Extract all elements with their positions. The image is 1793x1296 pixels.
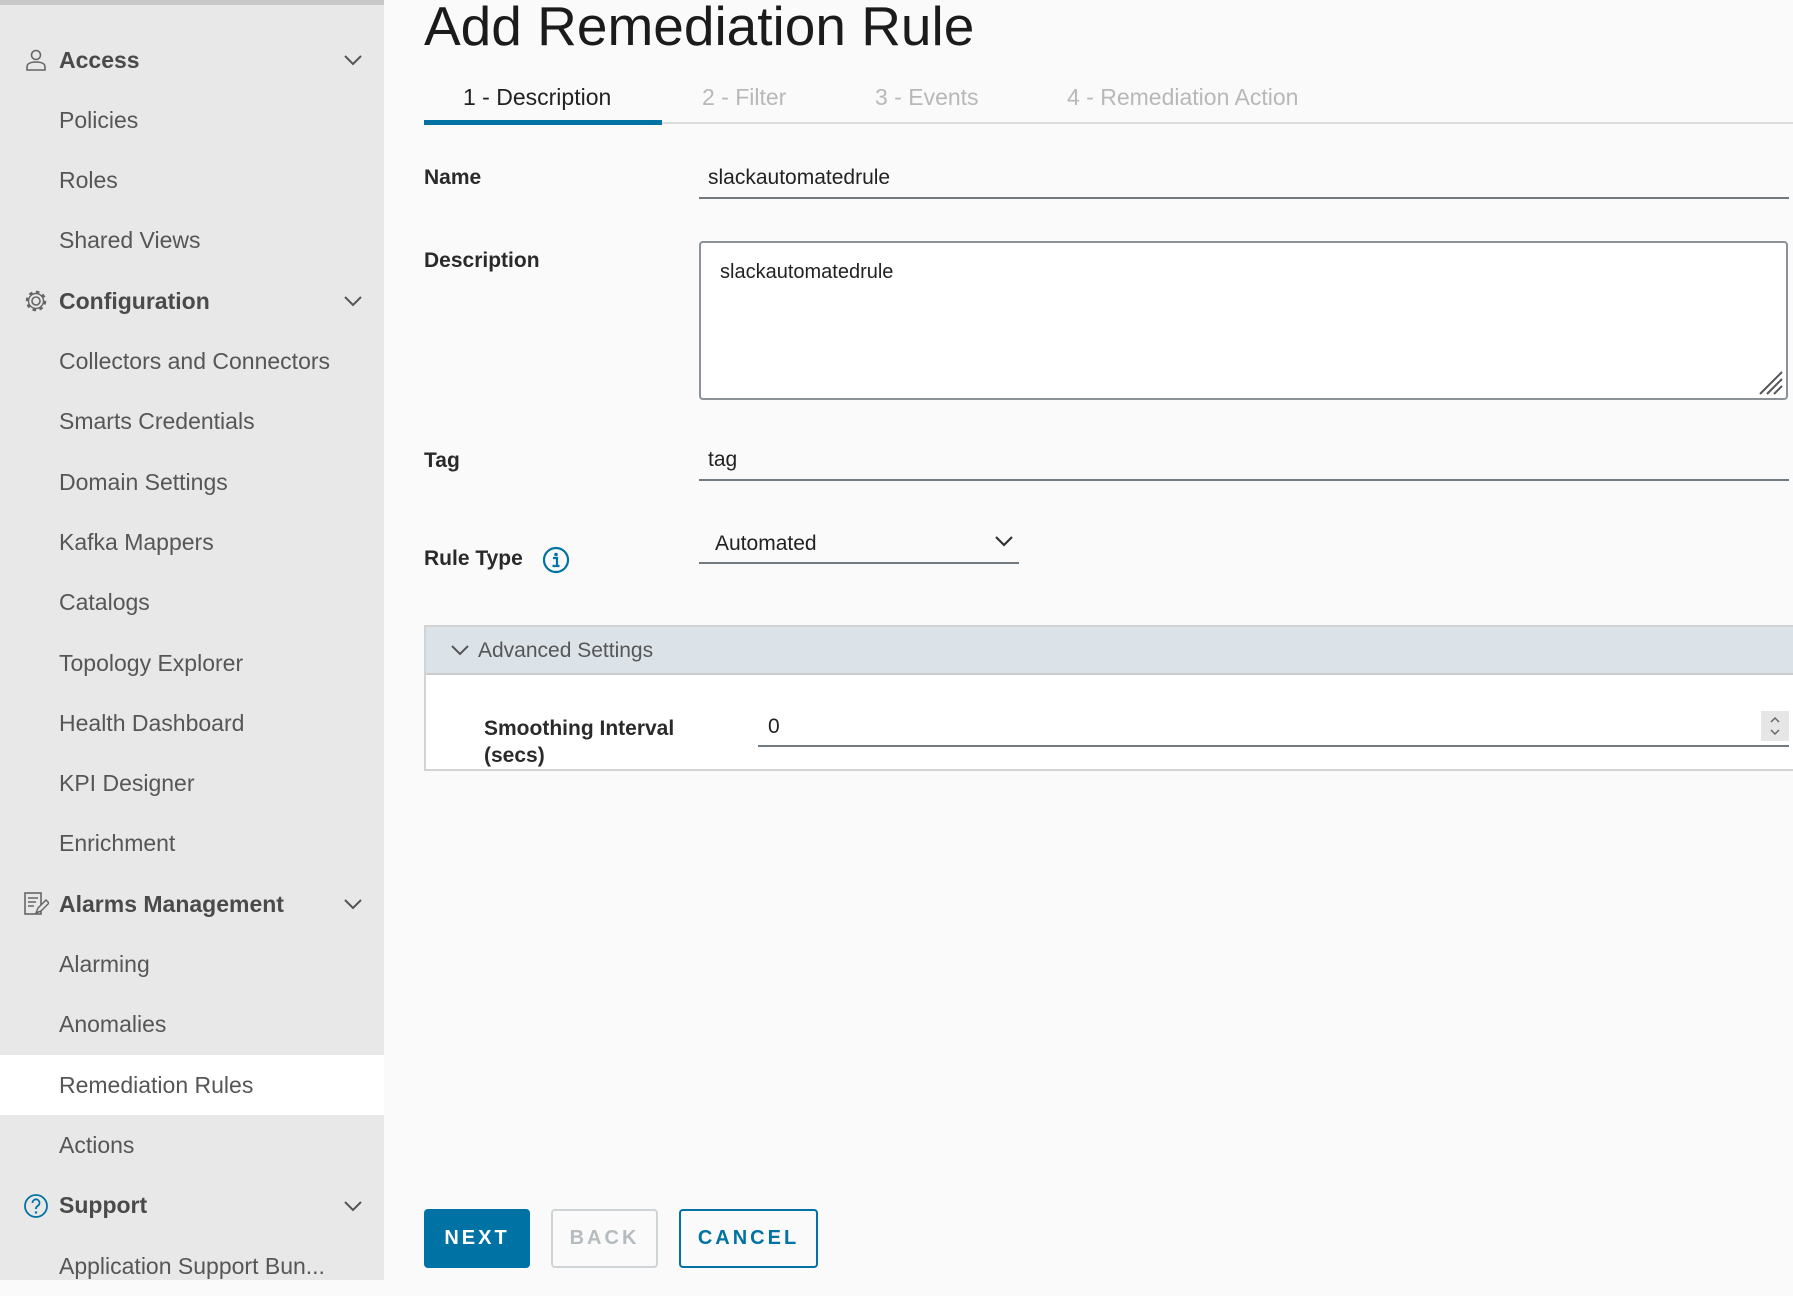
wizard-tabs: 1 - Description 2 - Filter 3 - Events 4 …	[424, 72, 1793, 125]
user-icon	[23, 47, 49, 73]
page-title: Add Remediation Rule	[424, 0, 975, 57]
chevron-down-icon	[995, 536, 1013, 547]
number-spinner[interactable]	[1761, 711, 1789, 741]
info-icon[interactable]	[542, 546, 570, 574]
sidebar-item-label: Application Support Bun...	[59, 1252, 325, 1279]
sidebar-item-label: Anomalies	[59, 1011, 167, 1038]
sidebar-item-label: Configuration	[59, 287, 210, 314]
description-value: slackautomatedrule	[720, 261, 894, 283]
sidebar-item-label: Kafka Mappers	[59, 528, 214, 555]
sidebar: Access Policies Roles Shared Views Configura…	[0, 0, 384, 1280]
chevron-down-icon[interactable]	[342, 893, 364, 915]
smoothing-value: 0	[768, 715, 780, 738]
sidebar-item-label: Shared Views	[59, 227, 201, 254]
list-edit-icon	[23, 891, 49, 917]
next-button[interactable]: NEXT	[424, 1209, 530, 1268]
sidebar-item-alarming[interactable]: Alarming	[0, 935, 384, 995]
sidebar-item-label: Smarts Credentials	[59, 408, 255, 435]
sidebar-item-collectors-and-connectors[interactable]: Collectors and Connectors	[0, 332, 384, 392]
main-content: Add Remediation Rule 1 - Description 2 -…	[384, 0, 1793, 1280]
sidebar-item-label: Health Dashboard	[59, 709, 245, 736]
name-value: slackautomatedrule	[708, 166, 891, 189]
sidebar-item-catalogs[interactable]: Catalogs	[0, 573, 384, 633]
tag-value: tag	[708, 448, 738, 471]
sidebar-item-remediation-rules[interactable]: Remediation Rules	[0, 1055, 384, 1116]
sidebar-item-label: Roles	[59, 167, 118, 194]
name-input[interactable]: slackautomatedrule	[699, 160, 1789, 199]
sidebar-item-enrichment[interactable]: Enrichment	[0, 814, 384, 874]
chevron-down-icon[interactable]	[342, 290, 364, 312]
back-button[interactable]: BACK	[551, 1209, 658, 1268]
sidebar-group-alarms-management[interactable]: Alarms Management	[0, 874, 384, 934]
active-tab-indicator	[424, 120, 662, 125]
sidebar-group-configuration[interactable]: Configuration	[0, 271, 384, 331]
sidebar-item-label: Catalogs	[59, 589, 150, 616]
sidebar-item-label: Access	[59, 46, 140, 73]
sidebar-item-label: Collectors and Connectors	[59, 348, 331, 374]
sidebar-item-kafka-mappers[interactable]: Kafka Mappers	[0, 512, 384, 572]
sidebar-item-policies[interactable]: Policies	[0, 90, 384, 150]
sidebar-item-actions[interactable]: Actions	[0, 1115, 384, 1175]
sidebar-item-label: Policies	[59, 106, 139, 133]
advanced-settings-title: Advanced Settings	[478, 639, 654, 662]
resize-handle-icon[interactable]	[1754, 366, 1784, 396]
sidebar-item-shared-views[interactable]: Shared Views	[0, 211, 384, 271]
sidebar-group-support[interactable]: Support	[0, 1176, 384, 1236]
smoothing-interval-label: Smoothing Interval (secs)	[484, 715, 674, 769]
sidebar-item-label: Enrichment	[59, 830, 176, 857]
sidebar-item-label: Support	[59, 1192, 148, 1219]
sidebar-item-label: Actions	[59, 1131, 135, 1158]
description-label: Description	[424, 249, 540, 272]
sidebar-item-label: Topology Explorer	[59, 649, 244, 676]
rule-type-label: Rule Type	[424, 547, 523, 570]
rule-type-select[interactable]: Automated	[699, 524, 1019, 564]
sidebar-item-health-dashboard[interactable]: Health Dashboard	[0, 693, 384, 753]
sidebar-item-kpi-designer[interactable]: KPI Designer	[0, 754, 384, 814]
sidebar-item-label: Alarms Management	[59, 890, 284, 917]
chevron-down-icon[interactable]	[342, 49, 364, 71]
sidebar-item-label: Alarming	[59, 951, 150, 977]
sidebar-item-roles[interactable]: Roles	[0, 151, 384, 211]
rule-type-value: Automated	[715, 532, 817, 555]
smoothing-interval-input[interactable]: 0	[758, 707, 1789, 747]
sidebar-item-label: Domain Settings	[59, 468, 228, 495]
sidebar-item-topology-explorer[interactable]: Topology Explorer	[0, 633, 384, 693]
chevron-down-icon	[451, 645, 469, 656]
sidebar-item-smarts-credentials[interactable]: Smarts Credentials	[0, 392, 384, 452]
advanced-settings-panel: Advanced Settings Smoothing Interval (se…	[424, 625, 1793, 771]
chevron-down-icon[interactable]	[342, 1195, 364, 1217]
name-label: Name	[424, 166, 482, 189]
sidebar-group-access[interactable]: Access	[0, 30, 384, 90]
tab-remediation-action[interactable]: 4 - Remediation Action	[1067, 84, 1298, 111]
gear-icon	[23, 288, 49, 314]
sidebar-item-domain-settings[interactable]: Domain Settings	[0, 452, 384, 512]
tab-events[interactable]: 3 - Events	[875, 84, 979, 111]
tag-label: Tag	[424, 449, 460, 472]
tab-filter[interactable]: 2 - Filter	[702, 84, 786, 111]
sidebar-item-label: KPI Designer	[59, 770, 195, 797]
tag-input[interactable]: tag	[699, 442, 1789, 481]
smoothing-label-line1: Smoothing Interval	[484, 717, 675, 740]
sidebar-item-anomalies[interactable]: Anomalies	[0, 995, 384, 1055]
advanced-settings-header[interactable]: Advanced Settings	[426, 627, 1793, 675]
tab-description[interactable]: 1 - Description	[463, 84, 611, 111]
cancel-button[interactable]: CANCEL	[679, 1209, 818, 1268]
spinner-up-down-icon	[1770, 716, 1780, 736]
description-textarea[interactable]: slackautomatedrule	[699, 241, 1788, 400]
sidebar-item-label: Remediation Rules	[59, 1071, 254, 1098]
sidebar-item-application-support-bun[interactable]: Application Support Bun...	[0, 1236, 384, 1296]
smoothing-label-line2: (secs)	[484, 744, 545, 767]
help-icon	[23, 1193, 49, 1219]
